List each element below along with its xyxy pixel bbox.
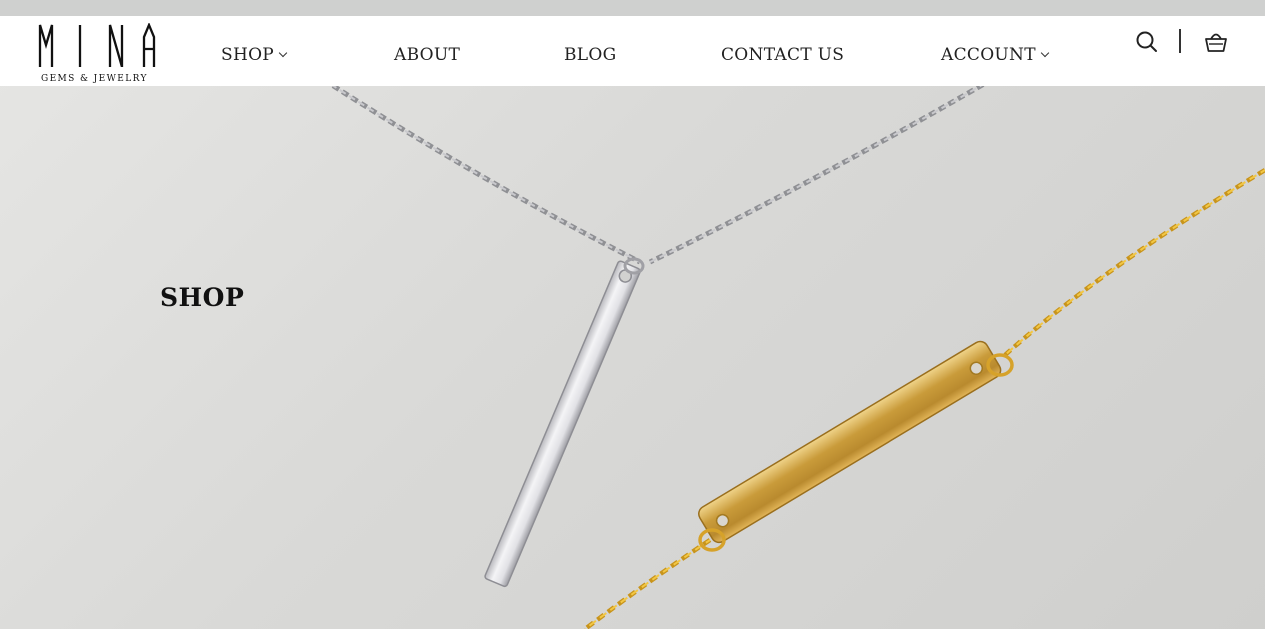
search-button[interactable] — [1134, 29, 1160, 55]
nav-item-shop-label: SHOP — [221, 45, 275, 65]
nav-item-account[interactable]: ACCOUNT — [941, 45, 1050, 65]
nav-item-blog[interactable]: BLOG — [564, 45, 617, 65]
hero-banner — [0, 0, 1265, 629]
nav-item-about[interactable]: ABOUT — [394, 45, 460, 65]
search-icon — [1136, 31, 1157, 52]
top-strip — [0, 0, 1265, 16]
chevron-down-icon — [278, 48, 288, 58]
nav-divider — [1179, 29, 1181, 53]
nav-item-shop[interactable]: SHOP — [221, 45, 288, 65]
nav-item-about-label: ABOUT — [394, 45, 461, 65]
shopping-basket-icon — [1205, 33, 1227, 52]
chevron-down-icon — [1040, 48, 1050, 58]
nav-item-contact-us-label: CONTACT US — [721, 45, 845, 65]
nav-item-account-label: ACCOUNT — [941, 45, 1036, 65]
navbar: GEMS & JEWELRY SHOP ABOUT BLOG CONTACT U… — [0, 16, 1265, 86]
nav-item-contact-us[interactable]: CONTACT US — [721, 45, 844, 65]
nav-item-blog-label: BLOG — [564, 45, 617, 65]
hero-necklace-image — [203, 0, 1265, 629]
page: GEMS & JEWELRY SHOP ABOUT BLOG CONTACT U… — [0, 0, 1265, 629]
brand-logo-mark — [38, 23, 156, 67]
brand-tagline: GEMS & JEWELRY — [41, 74, 148, 84]
cart-button[interactable] — [1203, 29, 1229, 55]
page-title: SHOP — [160, 283, 245, 312]
